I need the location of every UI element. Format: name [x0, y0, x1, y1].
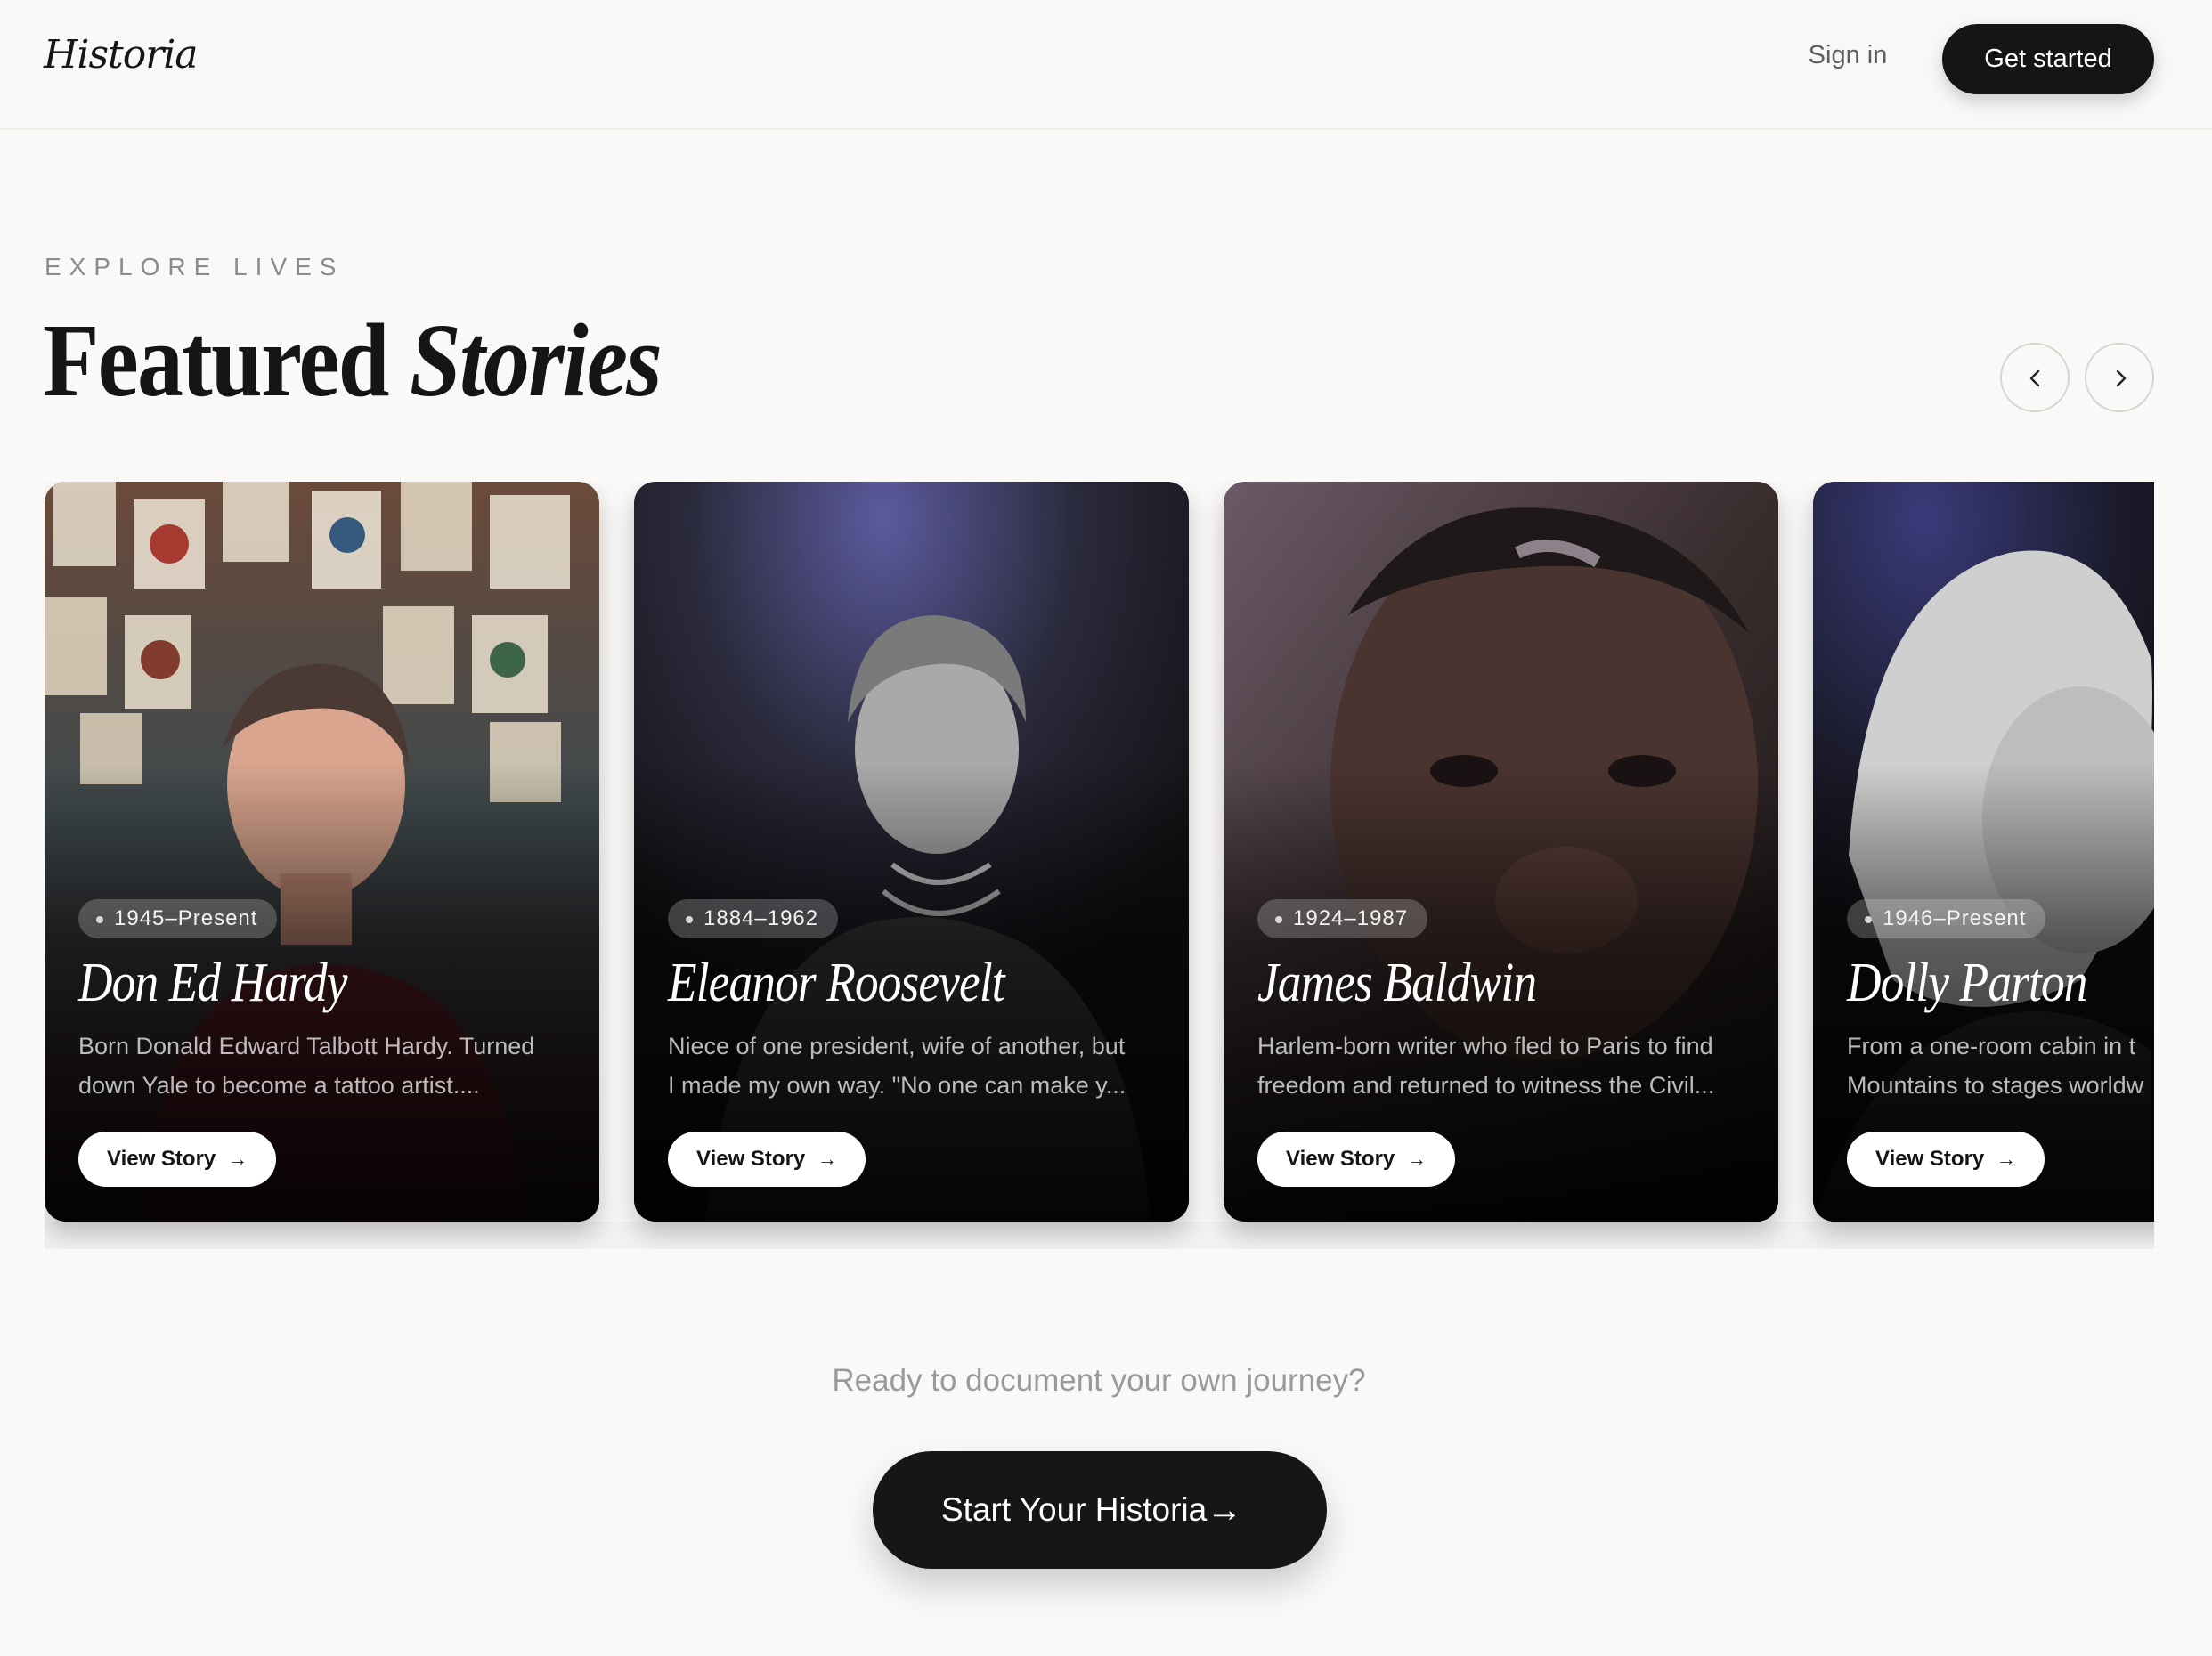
arrow-right-icon: → [228, 1148, 248, 1170]
story-carousel[interactable]: 1945–Present Don Ed Hardy Born Donald Ed… [45, 482, 2154, 1249]
section-title: Featured Stories [43, 302, 663, 418]
view-story-button[interactable]: View Story → [1847, 1132, 2045, 1187]
description-line: freedom and returned to witness the Civi… [1257, 1072, 1715, 1099]
card-shade [45, 482, 599, 1222]
years-label: 1946–Present [1883, 906, 2027, 930]
carousel-base [45, 1222, 2154, 1249]
years-label: 1924–1987 [1293, 906, 1409, 930]
person-name: James Baldwin [1257, 953, 1537, 1013]
years-label: 1884–1962 [703, 906, 819, 930]
arrow-right-icon: → [1207, 1490, 1242, 1530]
years-badge: 1924–1987 [1257, 899, 1428, 938]
story-card[interactable]: 1945–Present Don Ed Hardy Born Donald Ed… [45, 482, 599, 1222]
top-bar: Historia Sign in Get started [0, 0, 2212, 130]
view-story-button[interactable]: View Story → [668, 1132, 866, 1187]
years-label: 1945–Present [114, 906, 258, 930]
person-name: Dolly Parton [1847, 953, 2087, 1013]
person-description: Niece of one president, wife of another,… [668, 1027, 1167, 1105]
chevron-left-icon [2029, 369, 2040, 387]
view-story-button[interactable]: View Story → [78, 1132, 276, 1187]
view-story-label: View Story [696, 1147, 806, 1171]
title-italic: Stories [409, 302, 663, 418]
years-badge: 1945–Present [78, 899, 278, 938]
view-story-label: View Story [1875, 1147, 1985, 1171]
view-story-button[interactable]: View Story → [1257, 1132, 1455, 1187]
section-eyebrow: EXPLORE LIVES [45, 253, 345, 280]
card-shade [1224, 482, 1778, 1222]
sign-in-link[interactable]: Sign in [1781, 41, 1915, 70]
description-line: Born Donald Edward Talbott Hardy. Turned [78, 1033, 535, 1059]
description-line: down Yale to become a tattoo artist.... [78, 1072, 480, 1099]
person-name: Don Ed Hardy [78, 953, 348, 1013]
arrow-right-icon: → [817, 1148, 837, 1170]
description-line: Harlem-born writer who fled to Paris to … [1257, 1033, 1713, 1059]
person-description: Harlem-born writer who fled to Paris to … [1257, 1027, 1756, 1105]
start-historia-label: Start Your Historia [941, 1491, 1208, 1528]
person-description: Born Donald Edward Talbott Hardy. Turned… [78, 1027, 577, 1105]
description-line: From a one-room cabin in t [1847, 1033, 2136, 1059]
description-line: I made my own way. "No one can make y... [668, 1072, 1126, 1099]
arrow-right-icon: → [1996, 1148, 2016, 1170]
dot-icon [1865, 916, 1872, 923]
dot-icon [686, 916, 693, 923]
arrow-right-icon: → [1407, 1148, 1427, 1170]
story-card[interactable]: 1884–1962 Eleanor Roosevelt Niece of one… [634, 482, 1189, 1222]
page: Historia Sign in Get started EXPLORE LIV… [0, 0, 2212, 1656]
chevron-right-icon [2116, 369, 2127, 387]
description-line: Mountains to stages worldw [1847, 1072, 2144, 1099]
person-name: Eleanor Roosevelt [668, 953, 1005, 1013]
dot-icon [1275, 916, 1282, 923]
start-historia-button[interactable]: Start Your Historia → [873, 1451, 1327, 1569]
carousel-prev-button[interactable] [2000, 343, 2070, 412]
description-line: Niece of one president, wife of another,… [668, 1033, 1126, 1059]
story-card[interactable]: 1924–1987 James Baldwin Harlem-born writ… [1224, 482, 1778, 1222]
years-badge: 1946–Present [1847, 899, 2046, 938]
years-badge: 1884–1962 [668, 899, 839, 938]
dot-icon [96, 916, 103, 923]
title-plain: Featured [43, 302, 390, 418]
view-story-label: View Story [1286, 1147, 1395, 1171]
card-shade [1813, 482, 2154, 1222]
story-card[interactable]: 1946–Present Dolly Parton From a one-roo… [1813, 482, 2154, 1222]
card-shade [634, 482, 1189, 1222]
cta-question: Ready to document your own journey? [832, 1363, 1366, 1398]
carousel-next-button[interactable] [2085, 343, 2154, 412]
logo[interactable]: Historia [44, 32, 199, 77]
get-started-button[interactable]: Get started [1942, 24, 2154, 94]
view-story-label: View Story [107, 1147, 216, 1171]
person-description: From a one-room cabin in t Mountains to … [1847, 1027, 2154, 1105]
